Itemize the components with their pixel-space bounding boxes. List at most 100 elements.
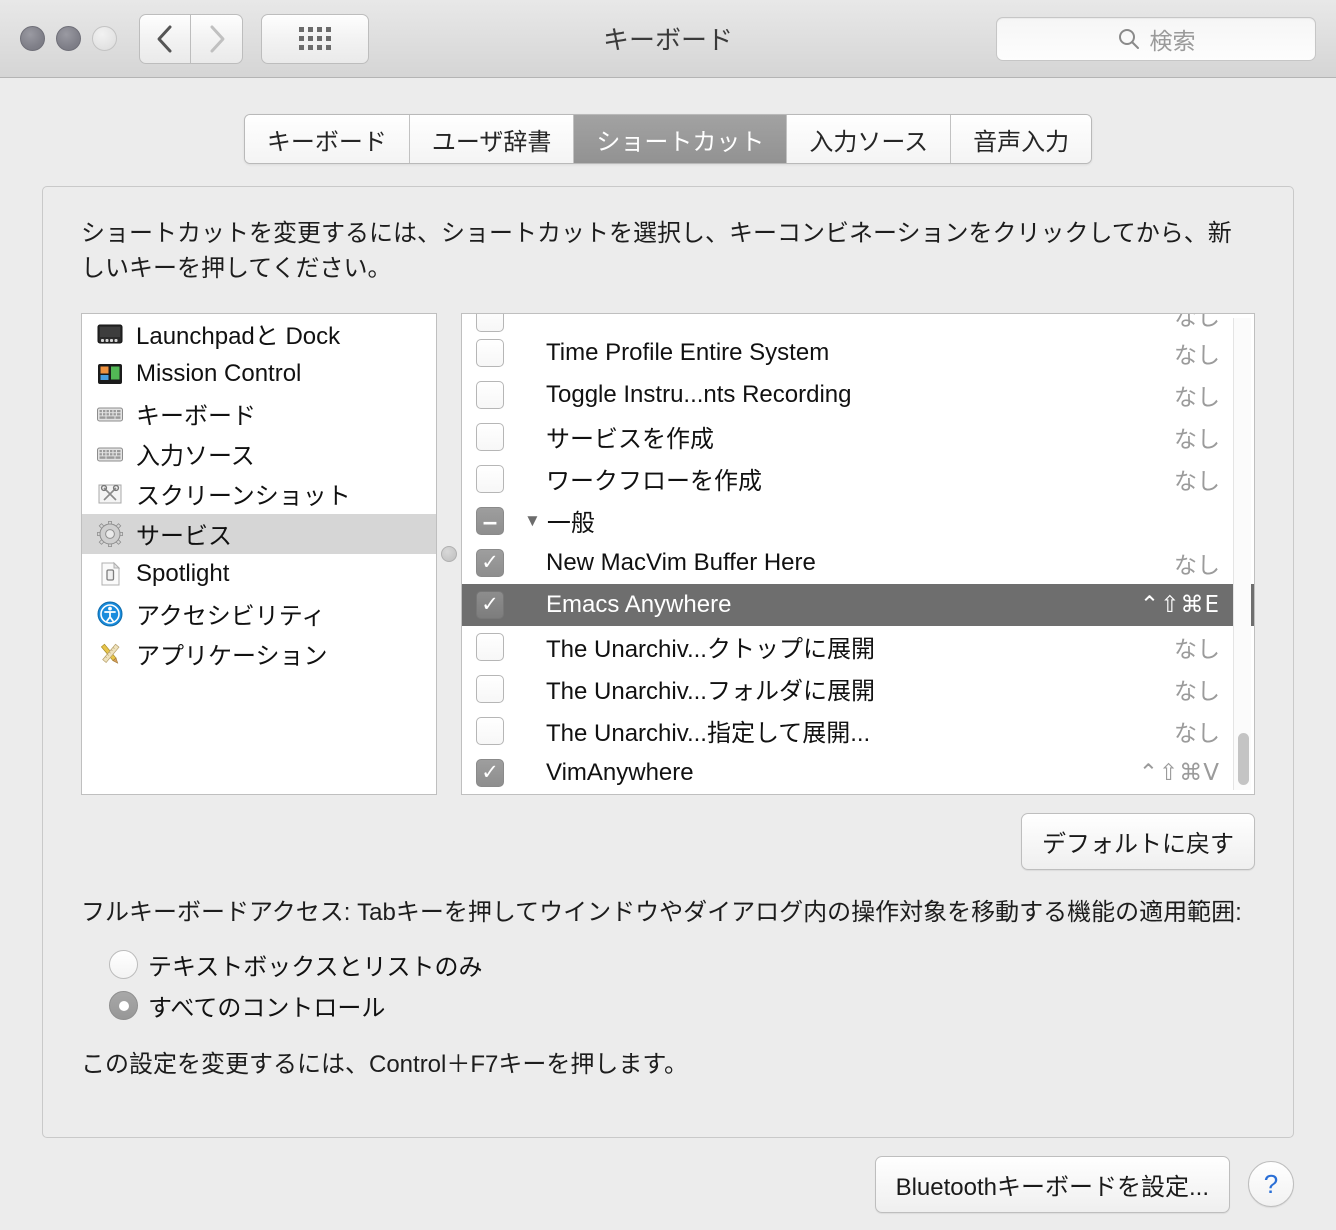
shortcut-enabled-checkbox[interactable]: ✓ <box>462 548 518 577</box>
sidebar-item-services[interactable]: サービス <box>82 513 436 554</box>
mission-control-icon <box>96 360 124 388</box>
radio-button-on-icon <box>109 991 138 1021</box>
tab-bar-container: キーボード ユーザ辞書 ショートカット 入力ソース 音声入力 <box>0 78 1336 186</box>
search-placeholder: 検索 <box>1149 27 1196 54</box>
disclosure-triangle-down-icon[interactable]: ▼ <box>524 511 541 531</box>
tab-input-sources[interactable]: 入力ソース <box>787 115 952 163</box>
radio-label: すべてのコントロール <box>148 995 386 1023</box>
shortcut-key[interactable]: なし <box>1174 420 1220 454</box>
services-gear-icon <box>96 520 124 548</box>
shortcut-enabled-checkbox[interactable]: ✓ <box>462 716 518 745</box>
table-row[interactable]: ✓ Toggle Instru...nts Recording なし <box>462 374 1254 416</box>
shortcut-enabled-checkbox[interactable]: ✓ <box>462 313 518 332</box>
sidebar-item-applications[interactable]: アプリケーション <box>82 634 436 674</box>
shortcut-enabled-checkbox[interactable]: ✓ <box>462 380 518 409</box>
shortcut-enabled-checkbox[interactable]: ✓ <box>462 338 518 367</box>
sidebar-item-keyboard[interactable]: キーボード <box>82 394 436 434</box>
shortcut-key[interactable]: なし <box>1174 672 1220 706</box>
table-row-selected[interactable]: ✓ Emacs Anywhere ⌃⇧⌘E <box>462 583 1254 626</box>
shortcuts-panel: ショートカットを変更するには、ショートカットを選択し、キーコンビネーションをクリ… <box>42 186 1294 1138</box>
table-row[interactable]: ✓ サービスを作成 なし <box>462 416 1254 458</box>
forward-button[interactable] <box>191 13 243 64</box>
search-input[interactable]: 検索 <box>996 16 1316 61</box>
shortcut-enabled-checkbox[interactable]: ✓ <box>462 464 518 493</box>
radio-text-boxes-and-lists-only[interactable]: テキストボックスとリストのみ <box>109 944 1255 985</box>
shortcut-name: VimAnywhere <box>546 758 694 786</box>
tab-bar: キーボード ユーザ辞書 ショートカット 入力ソース 音声入力 <box>243 114 1093 164</box>
table-row[interactable]: ✓ VimAnywhere ⌃⇧⌘V <box>462 752 1254 794</box>
shortcut-enabled-checkbox[interactable]: ✓ <box>462 590 518 619</box>
table-row[interactable]: ✓ New MacVim Buffer Here なし <box>462 542 1254 584</box>
tab-keyboard[interactable]: キーボード <box>244 115 410 163</box>
shortcut-enabled-checkbox[interactable]: ✓ <box>462 422 518 451</box>
shortcut-key[interactable]: なし <box>1174 462 1220 496</box>
table-row[interactable]: ✓ Time Profile Entire System なし <box>462 332 1254 374</box>
full-keyboard-access-section: フルキーボードアクセス: Tabキーを押してウインドウやダイアログ内の操作対象を… <box>81 896 1255 1080</box>
setup-bluetooth-keyboard-button[interactable]: Bluetoothキーボードを設定... <box>874 1155 1230 1213</box>
table-row[interactable]: ✓ なし <box>462 313 1254 332</box>
shortcut-name: The Unarchiv...指定して展開... <box>546 720 871 748</box>
shortcut-key[interactable]: ⌃⇧⌘E <box>1140 592 1220 618</box>
shortcut-list[interactable]: ✓ なし ✓ Time Profile Entire System なし <box>461 312 1255 795</box>
sidebar-item-screenshots[interactable]: スクリーンショット <box>82 474 436 514</box>
group-name: 一般 <box>546 510 595 538</box>
shortcut-key[interactable]: なし <box>1174 378 1220 412</box>
tab-dictation[interactable]: 音声入力 <box>951 115 1092 163</box>
radio-all-controls[interactable]: すべてのコントロール <box>109 985 1255 1026</box>
table-row[interactable]: ✓ The Unarchiv...指定して展開... なし <box>462 710 1254 752</box>
sidebar-item-mission-control[interactable]: Mission Control <box>82 354 436 394</box>
checkbox-checked-icon: ✓ <box>476 548 504 577</box>
chevron-left-icon <box>157 25 172 52</box>
scrollbar-thumb[interactable] <box>1238 732 1249 785</box>
sidebar-item-label: サービス <box>136 523 232 551</box>
restore-defaults-button[interactable]: デフォルトに戻す <box>1021 812 1255 870</box>
full-keyboard-access-description: フルキーボードアクセス: Tabキーを押してウインドウやダイアログ内の操作対象を… <box>81 898 1242 926</box>
show-all-preferences-button[interactable] <box>261 13 369 64</box>
table-row-group-header[interactable]: – ▼ 一般 <box>462 500 1254 542</box>
table-row[interactable]: ✓ The Unarchiv...フォルダに展開 なし <box>462 668 1254 710</box>
close-window-button[interactable] <box>20 26 45 51</box>
shortcut-key[interactable]: なし <box>1174 630 1220 664</box>
checkbox-unchecked-icon: ✓ <box>476 674 504 703</box>
shortcut-enabled-checkbox[interactable]: ✓ <box>462 758 518 787</box>
sidebar-item-accessibility[interactable]: アクセシビリティ <box>82 594 436 634</box>
sidebar-item-label: Launchpadと Dock <box>136 323 341 351</box>
shortcut-list-scrollbar[interactable] <box>1233 317 1251 790</box>
shortcut-enabled-checkbox[interactable]: ✓ <box>462 632 518 661</box>
tab-text[interactable]: ユーザ辞書 <box>409 115 575 163</box>
shortcut-key[interactable]: なし <box>1174 714 1220 748</box>
window-titlebar: キーボード 検索 <box>0 0 1336 78</box>
shortcut-enabled-checkbox[interactable]: ✓ <box>462 674 518 703</box>
checkbox-checked-icon: ✓ <box>476 758 504 787</box>
shortcut-key[interactable]: なし <box>1174 336 1220 370</box>
table-row[interactable]: ✓ The Unarchiv...クトップに展開 なし <box>462 626 1254 668</box>
shortcut-name: Time Profile Entire System <box>546 338 830 366</box>
group-enabled-checkbox[interactable]: – <box>462 506 518 535</box>
table-row[interactable]: ✓ ワークフローを作成 なし <box>462 458 1254 500</box>
radio-label: テキストボックスとリストのみ <box>148 954 483 982</box>
checkbox-unchecked-icon: ✓ <box>476 464 504 493</box>
shortcut-key[interactable]: ⌃⇧⌘V <box>1139 760 1220 786</box>
sidebar-item-input-sources[interactable]: 入力ソース <box>82 434 436 474</box>
back-button[interactable] <box>139 13 191 64</box>
chevron-right-icon <box>210 25 224 52</box>
sidebar-item-label: アプリケーション <box>136 643 328 671</box>
split-view-divider[interactable] <box>437 313 461 795</box>
grid-icon <box>299 27 331 50</box>
shortcut-name: New MacVim Buffer Here <box>546 548 816 576</box>
zoom-window-button[interactable] <box>92 26 117 51</box>
sidebar-item-launchpad-dock[interactable]: Launchpadと Dock <box>82 314 436 354</box>
launchpad-dock-icon <box>96 320 124 348</box>
help-button[interactable]: ? <box>1248 1161 1294 1207</box>
minimize-window-button[interactable] <box>56 26 81 51</box>
shortcut-key[interactable]: なし <box>1174 546 1220 580</box>
sidebar-item-label: Mission Control <box>136 359 302 387</box>
sidebar-item-spotlight[interactable]: Spotlight <box>82 554 436 594</box>
shortcut-category-list[interactable]: Launchpadと Dock Mission Control キーボード 入力… <box>81 312 437 795</box>
shortcut-key[interactable]: なし <box>1174 314 1220 332</box>
split-view-handle[interactable] <box>441 545 457 562</box>
tab-shortcuts[interactable]: ショートカット <box>574 115 788 163</box>
checkbox-unchecked-icon: ✓ <box>476 422 504 451</box>
checkbox-unchecked-icon: ✓ <box>476 380 504 409</box>
sidebar-item-label: Spotlight <box>136 559 230 587</box>
